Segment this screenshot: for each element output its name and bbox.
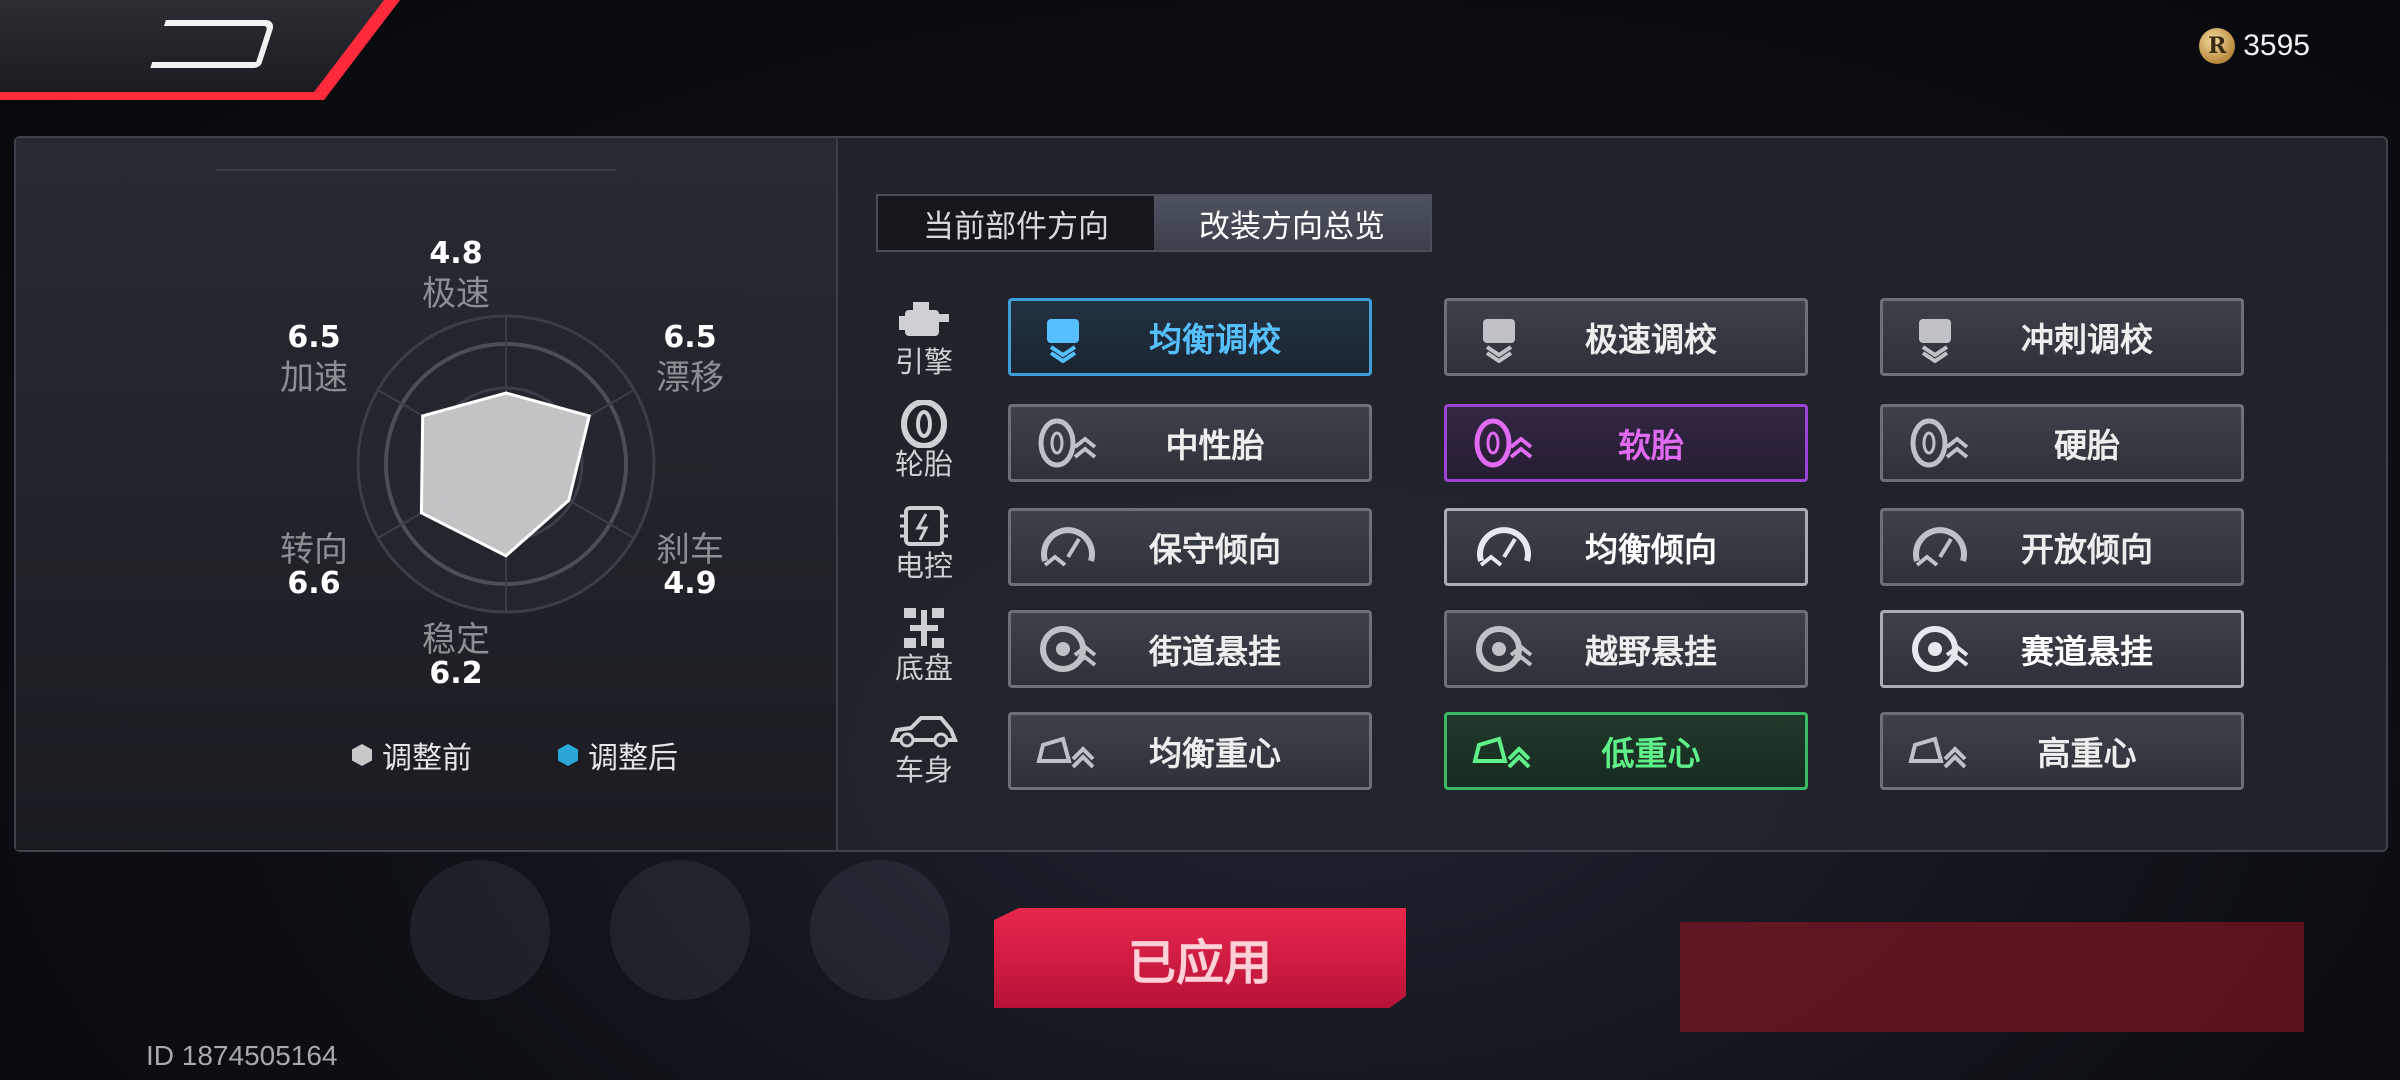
option-low-center[interactable]: 低重心	[1444, 712, 1808, 790]
gauge-icon	[1033, 519, 1101, 575]
tab-overview[interactable]: 改装方向总览	[1154, 196, 1430, 250]
option-label: 越野悬挂	[1585, 632, 1717, 671]
option-label: 高重心	[2037, 734, 2137, 773]
stat-acceleration-label: 加速	[280, 358, 348, 398]
car-body-icon	[864, 706, 984, 754]
legend-before-label: 调整前	[382, 741, 472, 776]
option-label: 硬胎	[2054, 426, 2120, 465]
category-electronics: 电控	[864, 502, 984, 582]
car-body-icon	[1905, 723, 1973, 779]
category-body: 车身	[864, 706, 984, 786]
stat-braking-label: 刹车	[656, 530, 724, 570]
car-body-icon	[1033, 723, 1101, 779]
background-part-slot	[610, 860, 750, 1000]
brake-disc-icon	[1033, 621, 1101, 677]
engine-icon	[1033, 309, 1101, 365]
stat-top-speed-label: 极速	[422, 274, 490, 314]
stat-stability-value: 6.2	[429, 656, 483, 691]
option-label: 均衡调校	[1149, 320, 1281, 359]
option-conservative[interactable]: 保守倾向	[1008, 508, 1372, 586]
option-label: 均衡重心	[1149, 734, 1281, 773]
option-label: 街道悬挂	[1149, 632, 1281, 671]
category-tire: 轮胎	[864, 400, 984, 480]
option-label: 保守倾向	[1149, 530, 1281, 569]
background-part-slot	[410, 860, 550, 1000]
tire-icon	[1033, 415, 1101, 471]
category-chassis: 底盘	[864, 604, 984, 684]
option-track-suspension[interactable]: 赛道悬挂	[1880, 610, 2244, 688]
currency-display: R 3595	[2199, 28, 2310, 64]
category-tire-label: 轮胎	[894, 447, 953, 481]
background-part-slot	[810, 860, 950, 1000]
tire-icon	[864, 400, 984, 448]
option-label: 中性胎	[1165, 426, 1265, 465]
option-label: 极速调校	[1585, 320, 1717, 359]
legend-after-label: 调整后	[588, 741, 678, 776]
coin-icon: R	[2199, 28, 2236, 64]
category-chassis-label: 底盘	[894, 651, 953, 685]
back-arrow-icon[interactable]	[150, 20, 276, 68]
option-label: 赛道悬挂	[2021, 632, 2153, 671]
tab-current-parts[interactable]: 当前部件方向	[878, 196, 1154, 250]
category-body-label: 车身	[894, 753, 953, 787]
option-speed-tuning[interactable]: 极速调校	[1444, 298, 1808, 376]
option-balanced-tuning[interactable]: 均衡调校	[1008, 298, 1372, 376]
option-balanced-center[interactable]: 均衡重心	[1008, 712, 1372, 790]
option-high-center[interactable]: 高重心	[1880, 712, 2244, 790]
car-body-icon	[1469, 723, 1537, 779]
option-label: 冲刺调校	[2021, 320, 2153, 359]
option-label: 低重心	[1601, 734, 1701, 773]
tuning-panel: 4.8 极速 6.5 加速 6.5 漂移 转向 6.6 刹车 4.9 稳定 6.…	[14, 136, 2388, 852]
currency-value: 3595	[2243, 29, 2310, 62]
option-label: 均衡倾向	[1585, 530, 1717, 569]
gauge-icon	[1905, 519, 1973, 575]
brake-disc-icon	[1905, 621, 1973, 677]
legend-before: 调整前	[352, 733, 472, 777]
tire-icon	[1905, 415, 1973, 471]
legend-after-swatch	[558, 744, 578, 766]
option-open-tendency[interactable]: 开放倾向	[1880, 508, 2244, 586]
engine-icon	[864, 298, 984, 346]
stat-stability-label: 稳定	[422, 620, 490, 660]
stat-braking-value: 4.9	[663, 566, 717, 601]
chassis-icon	[864, 604, 984, 652]
stat-drift-label: 漂移	[656, 358, 724, 398]
option-label: 开放倾向	[2021, 530, 2153, 569]
option-sprint-tuning[interactable]: 冲刺调校	[1880, 298, 2244, 376]
brake-disc-icon	[1469, 621, 1537, 677]
background-upgrade-button	[1680, 922, 2304, 1032]
engine-icon	[1469, 309, 1537, 365]
gauge-icon	[1469, 519, 1537, 575]
category-engine: 引擎	[864, 298, 984, 378]
applied-button[interactable]: 已应用	[994, 908, 1406, 1008]
option-neutral-tire[interactable]: 中性胎	[1008, 404, 1372, 482]
category-electronics-label: 电控	[894, 549, 953, 583]
legend-before-swatch	[352, 744, 372, 766]
tire-icon	[1469, 415, 1537, 471]
legend-after: 调整后	[558, 733, 678, 777]
option-soft-tire[interactable]: 软胎	[1444, 404, 1808, 482]
option-balanced-tendency[interactable]: 均衡倾向	[1444, 508, 1808, 586]
direction-tabs: 当前部件方向 改装方向总览	[876, 194, 1432, 252]
stat-steering-value: 6.6	[287, 566, 341, 601]
option-label: 软胎	[1618, 426, 1684, 465]
chip-icon	[864, 502, 984, 550]
stat-steering-label: 转向	[280, 530, 348, 570]
option-street-suspension[interactable]: 街道悬挂	[1008, 610, 1372, 688]
user-id: ID 1874505164	[146, 1040, 338, 1071]
option-hard-tire[interactable]: 硬胎	[1880, 404, 2244, 482]
engine-icon	[1905, 309, 1973, 365]
stats-panel: 4.8 极速 6.5 加速 6.5 漂移 转向 6.6 刹车 4.9 稳定 6.…	[16, 138, 838, 850]
option-offroad-suspension[interactable]: 越野悬挂	[1444, 610, 1808, 688]
category-engine-label: 引擎	[894, 345, 953, 379]
